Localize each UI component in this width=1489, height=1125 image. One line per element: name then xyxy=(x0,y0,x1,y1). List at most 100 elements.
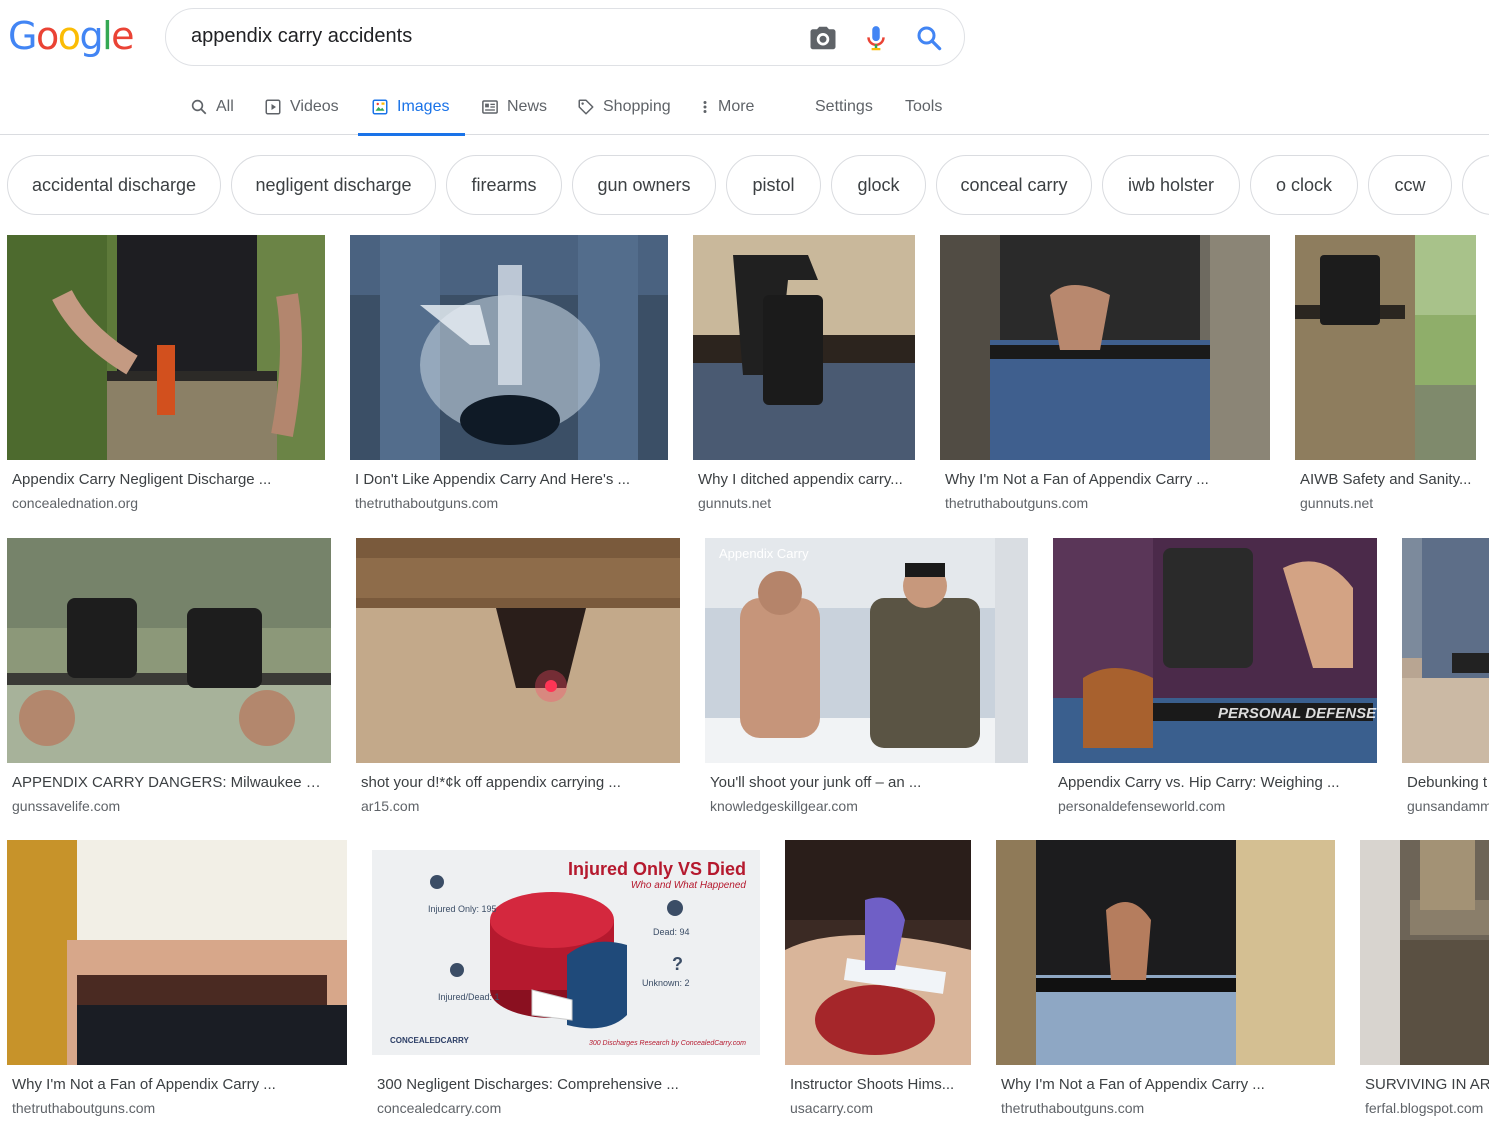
image-result[interactable]: APPENDIX CARRY DANGERS: Milwaukee m... g… xyxy=(7,538,331,823)
result-title[interactable]: Why I'm Not a Fan of Appendix Carry ... xyxy=(12,1076,344,1093)
result-thumbnail[interactable]: Injured Only VS Died Who and What Happen… xyxy=(372,840,760,1065)
logo-letter: l xyxy=(102,14,113,58)
tab-shopping[interactable]: Shopping xyxy=(577,78,671,135)
result-source: ar15.com xyxy=(361,798,420,814)
image-result[interactable]: Appendix Carry Negligent Discharge ... c… xyxy=(7,235,325,520)
related-chips: accidental discharge negligent discharge… xyxy=(0,155,1489,215)
logo-letter: G xyxy=(8,14,37,58)
result-thumbnail[interactable] xyxy=(940,235,1270,460)
result-title[interactable]: You'll shoot your junk off – an ... xyxy=(710,774,1025,791)
chip-conceal-carry[interactable]: conceal carry xyxy=(936,155,1092,215)
image-result[interactable]: PERSONAL DEFENSE WORLD.COM Appendix Carr… xyxy=(1053,538,1377,823)
result-title[interactable]: shot your d!*¢k off appendix carrying ..… xyxy=(361,774,677,791)
image-result[interactable]: AIWB Safety and Sanity... gunnuts.net xyxy=(1295,235,1476,520)
result-title[interactable]: I Don't Like Appendix Carry And Here's .… xyxy=(355,471,665,488)
search-input[interactable]: appendix carry accidents xyxy=(191,25,412,48)
result-thumbnail[interactable] xyxy=(996,840,1335,1065)
infographic-brand: CONCEALEDCARRY xyxy=(390,1036,469,1045)
tab-tools[interactable]: Tools xyxy=(905,78,942,135)
image-result[interactable]: SURVIVING IN ARC ferfal.blogspot.com xyxy=(1360,840,1489,1125)
result-title[interactable]: Instructor Shoots Hims... xyxy=(790,1076,970,1093)
search-icon xyxy=(191,99,207,114)
logo-letter: e xyxy=(111,14,134,58)
image-result[interactable]: shot your d!*¢k off appendix carrying ..… xyxy=(356,538,680,823)
tab-label: Tools xyxy=(905,97,943,115)
chip-ccw[interactable]: ccw xyxy=(1368,155,1452,215)
result-title[interactable]: Appendix Carry vs. Hip Carry: Weighing .… xyxy=(1058,774,1374,791)
result-thumbnail[interactable]: Appendix Carry xyxy=(705,538,1028,763)
image-result[interactable]: Appendix Carry You'll shoot your junk of… xyxy=(705,538,1028,823)
image-result[interactable]: Why I'm Not a Fan of Appendix Carry ... … xyxy=(7,840,347,1125)
image-result[interactable]: Why I'm Not a Fan of Appendix Carry ... … xyxy=(940,235,1270,520)
dead-label: Dead: 94 xyxy=(653,927,690,937)
tab-label: Images xyxy=(397,97,450,115)
result-source: thetruthaboutguns.com xyxy=(355,495,499,511)
search-box[interactable]: appendix carry accidents xyxy=(165,8,965,66)
chip-next[interactable] xyxy=(1462,155,1489,215)
injured-dead-label: Injured/Dead: 1 xyxy=(438,992,500,1002)
search-tabs: All Videos Images News Shopping More Set… xyxy=(0,78,1489,136)
tab-label: Settings xyxy=(815,97,873,115)
image-icon xyxy=(372,99,388,114)
search-icon[interactable] xyxy=(914,23,944,53)
result-thumbnail[interactable] xyxy=(356,538,680,763)
tab-settings[interactable]: Settings xyxy=(815,78,873,135)
chip-accidental-discharge[interactable]: accidental discharge xyxy=(7,155,221,215)
tab-all[interactable]: All xyxy=(190,78,234,135)
microphone-icon[interactable] xyxy=(861,23,891,53)
result-thumbnail[interactable] xyxy=(350,235,668,460)
result-title[interactable]: Why I'm Not a Fan of Appendix Carry ... xyxy=(1001,1076,1332,1093)
result-thumbnail[interactable] xyxy=(7,538,331,763)
infographic-subheading: Who and What Happened xyxy=(631,880,747,891)
camera-icon[interactable] xyxy=(808,23,838,53)
chip-gun-owners[interactable]: gun owners xyxy=(572,155,716,215)
result-thumbnail[interactable]: PERSONAL DEFENSE WORLD.COM xyxy=(1053,538,1377,763)
result-thumbnail[interactable] xyxy=(785,840,971,1065)
result-title[interactable]: SURVIVING IN ARC xyxy=(1365,1076,1489,1093)
chip-glock[interactable]: glock xyxy=(831,155,926,215)
result-thumbnail[interactable] xyxy=(7,840,347,1065)
result-thumbnail[interactable] xyxy=(1402,538,1489,763)
result-title[interactable]: 300 Negligent Discharges: Comprehensive … xyxy=(377,1076,757,1093)
image-result[interactable]: Debunking t gunsandamm xyxy=(1402,538,1489,823)
result-title[interactable]: AIWB Safety and Sanity... xyxy=(1300,471,1476,488)
result-title[interactable]: Debunking t xyxy=(1407,774,1489,791)
result-title[interactable]: Appendix Carry Negligent Discharge ... xyxy=(12,471,322,488)
tab-label: Videos xyxy=(290,97,339,115)
infographic-footer: 300 Discharges Research by ConcealedCarr… xyxy=(589,1040,746,1047)
image-result[interactable]: Why I'm Not a Fan of Appendix Carry ... … xyxy=(996,840,1335,1125)
result-thumbnail[interactable] xyxy=(1360,840,1489,1065)
injured-only-label: Injured Only: 195 xyxy=(428,904,497,914)
chip-o-clock[interactable]: o clock xyxy=(1250,155,1358,215)
svg-text:?: ? xyxy=(672,954,683,974)
result-source: thetruthaboutguns.com xyxy=(12,1100,156,1116)
overlay-text: PERSONAL DEFENSE WORLD.COM xyxy=(1218,705,1377,722)
result-title[interactable]: APPENDIX CARRY DANGERS: Milwaukee m... xyxy=(12,774,328,791)
result-source: thetruthaboutguns.com xyxy=(1001,1100,1145,1116)
result-source: thetruthaboutguns.com xyxy=(945,495,1089,511)
google-logo[interactable]: Google xyxy=(8,14,135,58)
chip-iwb-holster[interactable]: iwb holster xyxy=(1102,155,1240,215)
chip-firearms[interactable]: firearms xyxy=(446,155,562,215)
result-source: ferfal.blogspot.com xyxy=(1365,1100,1484,1116)
result-thumbnail[interactable] xyxy=(1295,235,1476,460)
result-source: concealednation.org xyxy=(12,495,139,511)
tab-videos[interactable]: Videos xyxy=(264,78,339,135)
result-thumbnail[interactable] xyxy=(7,235,325,460)
tab-news[interactable]: News xyxy=(481,78,547,135)
result-title[interactable]: Why I'm Not a Fan of Appendix Carry ... xyxy=(945,471,1267,488)
logo-letter: g xyxy=(79,14,103,58)
tab-images[interactable]: Images xyxy=(358,78,465,136)
chip-negligent-discharge[interactable]: negligent discharge xyxy=(231,155,436,215)
tab-more[interactable]: More xyxy=(698,78,754,135)
logo-letter: o xyxy=(35,14,59,58)
chip-pistol[interactable]: pistol xyxy=(726,155,821,215)
image-result[interactable]: I Don't Like Appendix Carry And Here's .… xyxy=(350,235,668,520)
result-thumbnail[interactable] xyxy=(693,235,915,460)
result-source: gunsandamm xyxy=(1407,798,1489,814)
image-result[interactable]: Injured Only VS Died Who and What Happen… xyxy=(372,840,760,1125)
image-result[interactable]: Why I ditched appendix carry... gunnuts.… xyxy=(693,235,915,520)
result-title[interactable]: Why I ditched appendix carry... xyxy=(698,471,912,488)
result-source: knowledgeskillgear.com xyxy=(710,798,858,814)
image-result[interactable]: Instructor Shoots Hims... usacarry.com xyxy=(785,840,971,1125)
